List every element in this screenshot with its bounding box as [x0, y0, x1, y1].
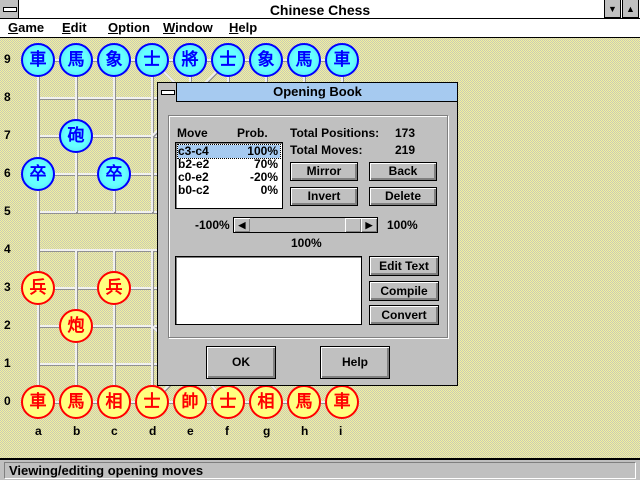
delete-button[interactable]: Delete	[369, 187, 437, 206]
blue-piece[interactable]: 卒	[21, 157, 55, 191]
blue-piece[interactable]: 車	[21, 43, 55, 77]
total-positions-label: Total Positions:	[290, 126, 380, 140]
blue-piece[interactable]: 砲	[59, 119, 93, 153]
move-text: b0-c2	[178, 183, 210, 197]
red-piece[interactable]: 馬	[287, 385, 321, 419]
status-bar: Viewing/editing opening moves	[0, 458, 640, 480]
book-group: Move Prob. c3-c4 100% b2-e2 70% c0-e2 -20% b0-…	[168, 115, 448, 338]
move-text: c3-c4	[178, 144, 209, 158]
total-moves-value: 219	[395, 143, 416, 157]
prob-column-header: Prob.	[237, 126, 268, 140]
file-label: d	[149, 424, 157, 438]
slider-value-label: 100%	[291, 236, 322, 250]
rank-label: 5	[4, 204, 11, 218]
moves-listbox[interactable]: c3-c4 100% b2-e2 70% c0-e2 -20% b0-c2 0%	[175, 142, 283, 209]
rank-label: 0	[4, 394, 11, 408]
rank-label: 8	[4, 90, 11, 104]
total-moves-label: Total Moves:	[290, 143, 363, 157]
blue-piece[interactable]: 士	[135, 43, 169, 77]
ok-button[interactable]: OK	[206, 346, 276, 379]
maximize-button[interactable]: ▲	[622, 0, 639, 18]
title-bar: Chinese Chess ▼ ▲	[0, 0, 640, 19]
red-piece[interactable]: 兵	[21, 271, 55, 305]
invert-button[interactable]: Invert	[290, 187, 358, 206]
red-piece[interactable]: 車	[21, 385, 55, 419]
blue-piece[interactable]: 士	[211, 43, 245, 77]
slider-min-label: -100%	[195, 218, 230, 232]
menu-edit[interactable]: Edit	[62, 20, 87, 35]
red-piece[interactable]: 兵	[97, 271, 131, 305]
help-button[interactable]: Help	[320, 346, 390, 379]
blue-piece[interactable]: 象	[249, 43, 283, 77]
back-button[interactable]: Back	[369, 162, 437, 181]
rank-label: 6	[4, 166, 11, 180]
blue-piece[interactable]: 將	[173, 43, 207, 77]
blue-piece[interactable]: 象	[97, 43, 131, 77]
red-piece[interactable]: 士	[211, 385, 245, 419]
menu-game[interactable]: Game	[8, 20, 44, 35]
file-label: f	[225, 424, 229, 438]
file-label: i	[339, 424, 343, 438]
rank-label: 3	[4, 280, 11, 294]
dialog-title: Opening Book	[158, 83, 457, 102]
rank-label: 4	[4, 242, 11, 256]
red-piece[interactable]: 相	[97, 385, 131, 419]
notes-textarea[interactable]	[175, 256, 362, 325]
edit-text-button[interactable]: Edit Text	[369, 256, 439, 276]
file-label: e	[187, 424, 194, 438]
probability-slider[interactable]: ◀ ▶	[233, 217, 378, 233]
move-text: c0-e2	[178, 170, 209, 184]
dialog-system-menu[interactable]	[158, 83, 177, 102]
opening-book-dialog: Opening Book Move Prob. c3-c4 100% b2-e2 70…	[157, 82, 458, 386]
mirror-button[interactable]: Mirror	[290, 162, 358, 181]
move-text: b2-e2	[178, 157, 210, 171]
file-label: b	[73, 424, 81, 438]
menu-option[interactable]: Option	[108, 20, 150, 35]
scroll-right-arrow[interactable]: ▶	[361, 218, 377, 232]
red-piece[interactable]: 士	[135, 385, 169, 419]
blue-piece[interactable]: 馬	[287, 43, 321, 77]
red-piece[interactable]: 相	[249, 385, 283, 419]
prob-text: 0%	[260, 183, 278, 197]
window-title: Chinese Chess	[269, 2, 371, 18]
red-piece[interactable]: 車	[325, 385, 359, 419]
menu-help[interactable]: Help	[229, 20, 257, 35]
slider-thumb[interactable]	[345, 218, 361, 232]
rank-label: 1	[4, 356, 11, 370]
move-column-header: Move	[177, 126, 208, 140]
scroll-left-arrow[interactable]: ◀	[234, 218, 250, 232]
status-text: Viewing/editing opening moves	[4, 462, 636, 479]
convert-button[interactable]: Convert	[369, 305, 439, 325]
red-piece[interactable]: 炮	[59, 309, 93, 343]
menu-window[interactable]: Window	[163, 20, 213, 35]
rank-label: 9	[4, 52, 11, 66]
compile-button[interactable]: Compile	[369, 281, 439, 301]
blue-piece[interactable]: 卒	[97, 157, 131, 191]
rank-label: 7	[4, 128, 11, 142]
file-label: c	[111, 424, 118, 438]
file-label: h	[301, 424, 309, 438]
blue-piece[interactable]: 車	[325, 43, 359, 77]
blue-piece[interactable]: 馬	[59, 43, 93, 77]
total-positions-value: 173	[395, 126, 416, 140]
slider-max-label: 100%	[387, 218, 418, 232]
rank-label: 2	[4, 318, 11, 332]
menu-bar: Game Edit Option Window Help	[0, 19, 640, 38]
file-label: a	[35, 424, 42, 438]
red-piece[interactable]: 帥	[173, 385, 207, 419]
red-piece[interactable]: 馬	[59, 385, 93, 419]
minimize-button[interactable]: ▼	[604, 0, 621, 18]
move-list-item[interactable]: b0-c2 0%	[178, 184, 280, 197]
file-label: g	[263, 424, 271, 438]
